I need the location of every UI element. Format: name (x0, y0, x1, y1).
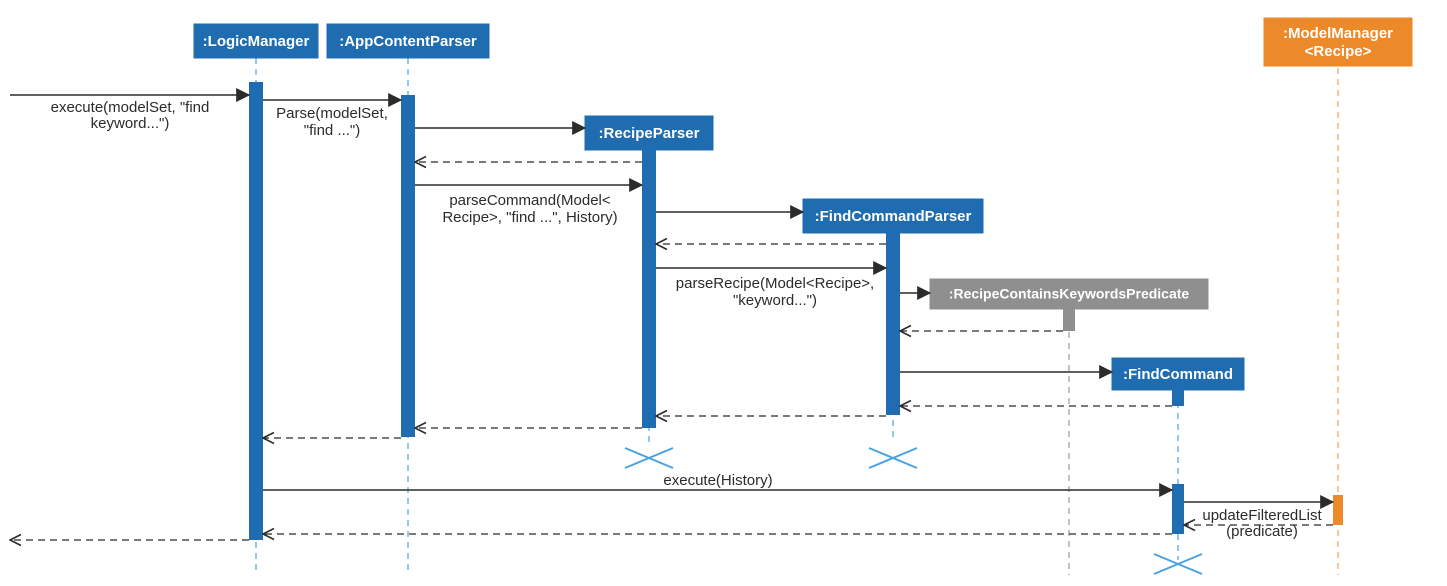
activation-logic-manager (249, 82, 263, 540)
label-find-command: :FindCommand (1123, 366, 1233, 383)
head-model-manager: :ModelManager <Recipe> (1264, 18, 1412, 66)
msg-parse-recipe-text1: parseRecipe(Model<Recipe>, (676, 275, 874, 292)
msg-parse-command-text1: parseCommand(Model< (449, 192, 611, 209)
destroy-recipe-parser (625, 448, 673, 468)
activation-find-command-parser (886, 233, 900, 415)
msg-execute-history-text: execute(History) (663, 472, 772, 489)
head-find-command: :FindCommand (1112, 358, 1244, 390)
msg-parse-command-text2: Recipe>, "find ...", History) (442, 209, 617, 226)
head-logic-manager: :LogicManager (194, 24, 318, 58)
label-logic-manager: :LogicManager (203, 33, 310, 50)
head-recipe-parser: :RecipeParser (585, 116, 713, 150)
msg-execute-model-set-text1: execute(modelSet, "find (51, 99, 210, 116)
label-find-command-parser: :FindCommandParser (815, 208, 972, 225)
sequence-diagram: :LogicManager :AppContentParser :RecipeP… (0, 0, 1447, 586)
msg-execute-model-set-text2: keyword...") (91, 115, 170, 132)
head-predicate: :RecipeContainsKeywordsPredicate (930, 279, 1208, 309)
head-app-content-parser: :AppContentParser (327, 24, 489, 58)
msg-update-filtered-list-text1: updateFilteredList (1202, 507, 1322, 524)
msg-parse-text1: Parse(modelSet, (276, 105, 388, 122)
activation-app-content-parser (401, 95, 415, 437)
msg-parse-text2: "find ...") (304, 122, 361, 139)
activation-find-command-create (1172, 390, 1184, 406)
label-app-content-parser: :AppContentParser (339, 33, 477, 50)
head-find-command-parser: :FindCommandParser (803, 199, 983, 233)
label-predicate: :RecipeContainsKeywordsPredicate (949, 286, 1190, 302)
activation-predicate (1063, 309, 1075, 331)
activation-find-command-exec (1172, 484, 1184, 534)
destroy-find-command-parser (869, 448, 917, 468)
msg-parse-recipe-text2: "keyword...") (733, 292, 817, 309)
label-model-manager-2: <Recipe> (1305, 43, 1372, 60)
label-recipe-parser: :RecipeParser (599, 125, 700, 142)
label-model-manager-1: :ModelManager (1283, 25, 1393, 42)
activation-recipe-parser (642, 150, 656, 428)
activation-model-manager (1333, 495, 1343, 525)
